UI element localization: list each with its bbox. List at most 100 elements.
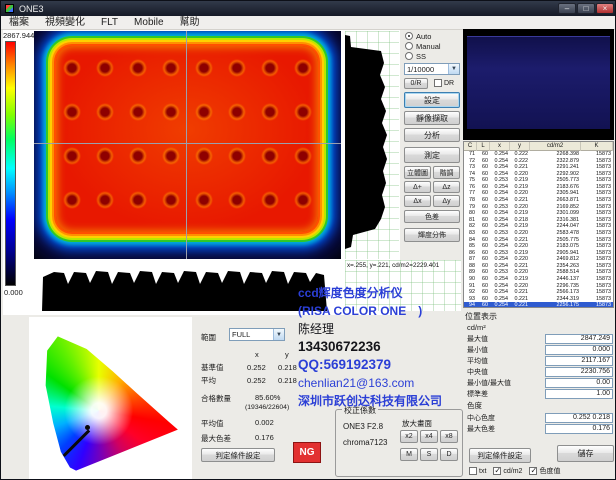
menu-item[interactable]: Mobile: [126, 16, 171, 30]
msd-button[interactable]: D: [440, 448, 458, 461]
table-row[interactable]: 80 60 0.254 0.219 2301.099 15873: [464, 210, 613, 217]
cell-x: 0.254: [490, 237, 510, 244]
cell-x: 0.254: [490, 171, 510, 178]
zero-reset-button[interactable]: 0/R: [404, 78, 428, 89]
dr-checkbox[interactable]: DR: [434, 79, 454, 87]
zoom-buttons: x2x4x8: [400, 430, 458, 443]
cell-l: 60: [477, 237, 490, 244]
minimize-button[interactable]: –: [558, 3, 576, 14]
cell-x: 0.253: [490, 269, 510, 276]
cell-cd: 2505.773: [530, 177, 581, 184]
luminance-distribution-button[interactable]: 輝度分佈: [404, 228, 460, 242]
cell-k: 15873: [581, 177, 613, 184]
table-row[interactable]: 83 60 0.253 0.220 2583.478 15873: [464, 230, 613, 237]
save-option-checkbox[interactable]: cd/m2: [493, 467, 522, 475]
exposure-select[interactable]: 1/10000 ▼: [404, 63, 460, 75]
mode-radio[interactable]: Auto: [405, 31, 461, 41]
table-row[interactable]: 86 60 0.253 0.219 2905.941 15873: [464, 250, 613, 257]
table-row[interactable]: 77 60 0.254 0.220 2305.941 15873: [464, 190, 613, 197]
cell-x: 0.253: [490, 204, 510, 211]
msd-button[interactable]: S: [420, 448, 438, 461]
settings-button[interactable]: 設定: [404, 92, 460, 108]
analyze-button[interactable]: 分析: [404, 128, 460, 142]
luminance-heatmap-view[interactable]: [34, 31, 341, 259]
cell-c: 71: [464, 151, 477, 158]
mode-radio[interactable]: Manual: [405, 41, 461, 51]
capture-button[interactable]: 靜像擷取: [404, 111, 460, 125]
judge-condition-button[interactable]: 判定條件設定: [201, 448, 275, 462]
stat-value: 2230.756: [545, 367, 613, 377]
table-row[interactable]: 82 60 0.254 0.219 2244.047 15873: [464, 223, 613, 230]
cell-x: 0.253: [490, 250, 510, 257]
zoom-factor-button[interactable]: x2: [400, 430, 418, 443]
save-option-checkbox[interactable]: txt: [469, 467, 486, 475]
table-row[interactable]: 88 60 0.254 0.221 2354.263 15873: [464, 263, 613, 270]
msd-button[interactable]: M: [400, 448, 418, 461]
menu-item[interactable]: 視頻變化: [37, 16, 93, 30]
color-difference-button[interactable]: 色差: [404, 210, 460, 223]
cell-c: 89: [464, 269, 477, 276]
table-row[interactable]: 73 60 0.254 0.221 2291.241 15873: [464, 164, 613, 171]
stat-row: 中心色度 0.252 0.218: [463, 412, 614, 423]
delta-x-button[interactable]: Δx: [404, 195, 431, 207]
cell-k: 15873: [581, 204, 613, 211]
mode-radio[interactable]: SS: [405, 51, 461, 61]
cell-k: 15873: [581, 217, 613, 224]
table-row[interactable]: 91 60 0.254 0.220 2296.735 15873: [464, 283, 613, 290]
menu-item[interactable]: FLT: [93, 16, 126, 30]
table-row[interactable]: 76 60 0.254 0.219 2183.676 15873: [464, 184, 613, 191]
table-row[interactable]: 85 60 0.254 0.220 2183.075 15873: [464, 243, 613, 250]
zoom-factor-button[interactable]: x8: [440, 430, 458, 443]
calibration-device: ONE3 F2.8: [343, 422, 383, 431]
save-button[interactable]: 儲存: [557, 445, 614, 462]
table-row[interactable]: 72 60 0.254 0.222 2322.879 15873: [464, 158, 613, 165]
table-row[interactable]: 81 60 0.254 0.218 2316.381 15873: [464, 217, 613, 224]
cell-x: 0.254: [490, 197, 510, 204]
table-row[interactable]: 94 60 0.254 0.221 2256.175 15873: [464, 302, 613, 308]
delta-plus-button[interactable]: Δ+: [404, 181, 431, 193]
delta-z-button[interactable]: Δz: [433, 181, 460, 193]
delta-y-button[interactable]: Δy: [433, 195, 460, 207]
heatmap-hot-region: [56, 46, 318, 232]
contact-line: 陈经理: [298, 320, 476, 338]
table-row[interactable]: 84 60 0.254 0.221 2505.775 15873: [464, 237, 613, 244]
zoom-factor-button[interactable]: x4: [420, 430, 438, 443]
cell-l: 60: [477, 190, 490, 197]
chevron-down-icon[interactable]: ▼: [448, 64, 459, 74]
footer-judge-condition-button[interactable]: 判定條件設定: [469, 448, 531, 463]
close-button[interactable]: ×: [596, 3, 614, 14]
colorbar-max-label: 2867.944: [3, 31, 34, 40]
table-row[interactable]: 89 60 0.253 0.220 2588.514 15873: [464, 269, 613, 276]
tone-view-button[interactable]: 階調: [433, 166, 460, 179]
maximize-button[interactable]: □: [577, 3, 595, 14]
judge-row-x: 0.252: [247, 376, 278, 385]
table-row[interactable]: 71 60 0.254 0.222 2268.398 15873: [464, 151, 613, 158]
cell-k: 15873: [581, 151, 613, 158]
menu-item[interactable]: 檔案: [1, 16, 37, 30]
table-row[interactable]: 79 60 0.253 0.220 2169.852 15873: [464, 204, 613, 211]
range-select[interactable]: FULL ▼: [229, 328, 285, 341]
cell-l: 60: [477, 243, 490, 250]
cell-l: 60: [477, 256, 490, 263]
save-option-checkbox[interactable]: 色度值: [529, 466, 560, 476]
stereo-view-button[interactable]: 立體圖: [404, 166, 431, 179]
table-row[interactable]: 92 60 0.254 0.221 2566.173 15873: [464, 289, 613, 296]
chevron-down-icon[interactable]: ▼: [273, 329, 284, 340]
table-row[interactable]: 78 60 0.254 0.221 2663.871 15873: [464, 197, 613, 204]
cell-cd: 2256.175: [530, 302, 581, 308]
judge-row-x: 0.252: [247, 363, 278, 372]
cie-cursor-dot: [85, 425, 90, 430]
colorbar-min-label: 0.000: [4, 288, 23, 297]
table-row[interactable]: 90 60 0.254 0.219 2446.137 15873: [464, 276, 613, 283]
table-row[interactable]: 87 60 0.254 0.220 2469.812 15873: [464, 256, 613, 263]
menu-item[interactable]: 幫助: [172, 16, 208, 30]
table-row[interactable]: 75 60 0.253 0.219 2505.773 15873: [464, 177, 613, 184]
stat-value: 0.252 0.218: [545, 413, 613, 423]
menu-bar: 檔案視頻變化FLTMobile幫助: [1, 16, 616, 30]
table-row[interactable]: 93 60 0.254 0.221 2344.319 15873: [464, 296, 613, 303]
crosshair-horizontal-line: [34, 143, 341, 144]
radio-icon: [405, 52, 413, 60]
table-row[interactable]: 74 60 0.254 0.220 2292.902 15873: [464, 171, 613, 178]
measure-button[interactable]: 測定: [404, 147, 460, 163]
app-window: ONE3 – □ × 檔案視頻變化FLTMobile幫助 2867.944 0.…: [0, 0, 616, 480]
